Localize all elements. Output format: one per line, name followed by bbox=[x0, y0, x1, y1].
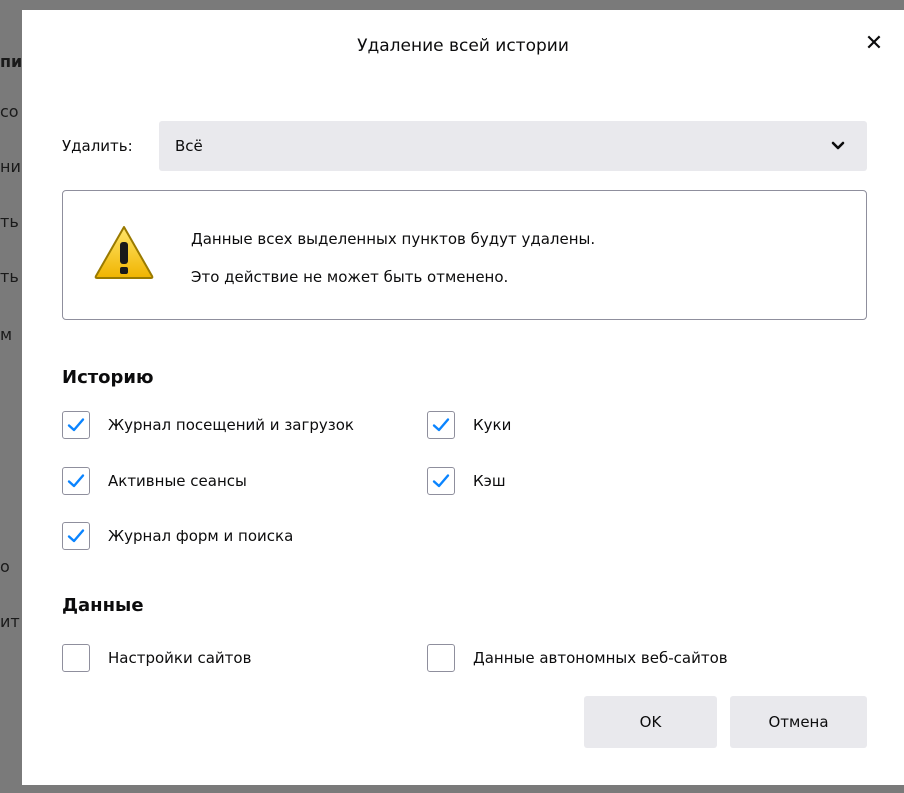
checkbox-browsing-download-history[interactable]: Журнал посещений и загрузок bbox=[62, 411, 354, 439]
data-section-heading: Данные bbox=[62, 595, 144, 616]
bg-fragment: ит bbox=[0, 612, 20, 631]
checkbox-label: Куки bbox=[473, 416, 512, 434]
checkmark-icon bbox=[67, 529, 85, 543]
checkbox-label: Журнал форм и поиска bbox=[108, 527, 294, 545]
checkbox-box[interactable] bbox=[427, 644, 455, 672]
timerange-selected-value: Всё bbox=[175, 137, 203, 155]
checkbox-label: Настройки сайтов bbox=[108, 649, 252, 667]
close-icon: ✕ bbox=[864, 31, 884, 56]
bg-fragment: со bbox=[0, 102, 19, 121]
bg-fragment: ть bbox=[0, 212, 19, 231]
warning-text-line2: Это действие не может быть отменено. bbox=[191, 268, 509, 286]
close-button[interactable]: ✕ bbox=[862, 32, 886, 56]
checkbox-box[interactable] bbox=[62, 467, 90, 495]
chevron-down-icon bbox=[831, 141, 845, 150]
checkbox-box[interactable] bbox=[427, 411, 455, 439]
cancel-button[interactable]: Отмена bbox=[730, 696, 867, 748]
timerange-label: Удалить: bbox=[62, 137, 133, 155]
warning-box: Данные всех выделенных пунктов будут уда… bbox=[62, 190, 867, 320]
background-text-fragments: пи со ни ть ть м о ит bbox=[0, 0, 24, 793]
checkmark-icon bbox=[432, 474, 450, 488]
checkmark-icon bbox=[432, 418, 450, 432]
checkbox-site-settings[interactable]: Настройки сайтов bbox=[62, 644, 251, 672]
timerange-row: Удалить: Всё bbox=[62, 121, 867, 171]
checkbox-offline-website-data[interactable]: Данные автономных веб-сайтов bbox=[427, 644, 728, 672]
checkbox-label: Журнал посещений и загрузок bbox=[108, 416, 354, 434]
checkbox-box[interactable] bbox=[62, 644, 90, 672]
checkbox-label: Данные автономных веб-сайтов bbox=[473, 649, 728, 667]
checkbox-box[interactable] bbox=[62, 411, 90, 439]
warning-text-line1: Данные всех выделенных пунктов будут уда… bbox=[191, 230, 596, 248]
history-section-heading: Историю bbox=[62, 367, 154, 388]
bg-fragment: о bbox=[0, 557, 10, 576]
checkbox-active-logins[interactable]: Активные сеансы bbox=[62, 467, 247, 495]
bg-fragment: ни bbox=[0, 157, 21, 176]
dialog-title: Удаление всей истории bbox=[357, 36, 569, 56]
checkbox-box[interactable] bbox=[427, 467, 455, 495]
checkbox-label: Кэш bbox=[473, 472, 506, 490]
checkbox-cookies[interactable]: Куки bbox=[427, 411, 511, 439]
warning-icon bbox=[94, 226, 154, 279]
bg-fragment: м bbox=[0, 325, 13, 344]
bg-fragment: ть bbox=[0, 267, 19, 286]
checkbox-cache[interactable]: Кэш bbox=[427, 467, 506, 495]
bg-fragment: пи bbox=[0, 52, 23, 71]
checkbox-label: Активные сеансы bbox=[108, 472, 247, 490]
timerange-select[interactable]: Всё bbox=[159, 121, 867, 171]
checkmark-icon bbox=[67, 418, 85, 432]
checkmark-icon bbox=[67, 474, 85, 488]
checkbox-form-search-history[interactable]: Журнал форм и поиска bbox=[62, 522, 293, 550]
dialog-titlebar: Удаление всей истории ✕ bbox=[22, 10, 904, 82]
clear-history-dialog: Удаление всей истории ✕ Удалить: Всё Дан… bbox=[22, 10, 904, 785]
ok-button[interactable]: OK bbox=[584, 696, 717, 748]
checkbox-box[interactable] bbox=[62, 522, 90, 550]
